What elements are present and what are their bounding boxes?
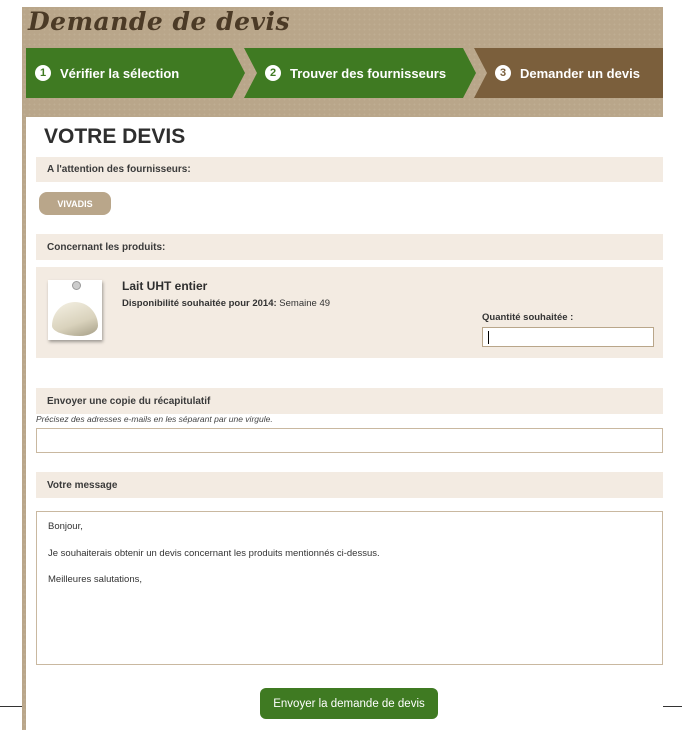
step-2-number: 2 — [265, 65, 281, 81]
message-line: Bonjour, — [48, 521, 83, 532]
step-1-number: 1 — [35, 65, 51, 81]
quote-heading: VOTRE DEVIS — [44, 125, 186, 148]
step-verify-selection[interactable]: 1 Vérifier la sélection — [26, 48, 245, 98]
quantity-input[interactable] — [482, 327, 654, 347]
step-3-number: 3 — [495, 65, 511, 81]
page-divider-right — [663, 706, 682, 707]
availability-label: Disponibilité souhaitée pour 2014: — [122, 298, 277, 309]
suppliers-section-header: A l'attention des fournisseurs: — [36, 157, 663, 182]
copy-section-header: Envoyer une copie du récapitulatif — [36, 388, 663, 414]
step-1-label: Vérifier la sélection — [60, 65, 180, 81]
products-section-header: Concernant les produits: — [36, 234, 663, 260]
message-line: Je souhaiterais obtenir un devis concern… — [48, 547, 380, 559]
page-title: Demande de devis — [28, 7, 291, 36]
send-quote-button[interactable]: Envoyer la demande de devis — [260, 688, 438, 719]
message-textarea[interactable]: Bonjour, Je souhaiterais obtenir un devi… — [36, 511, 663, 665]
milk-pitcher-icon — [48, 280, 102, 340]
quantity-label: Quantité souhaitée : — [482, 312, 574, 323]
step-find-suppliers[interactable]: 2 Trouver des fournisseurs — [244, 48, 476, 98]
supplier-tag-vivadis[interactable]: VIVADIS — [39, 192, 111, 215]
message-label: Votre message — [47, 479, 118, 491]
quote-panel: VOTRE DEVIS A l'attention des fournisseu… — [26, 117, 663, 730]
progress-steps: 1 Vérifier la sélection 2 Trouver des fo… — [26, 48, 663, 98]
availability-value: Semaine 49 — [276, 298, 331, 309]
step-request-quote: 3 Demander un devis — [474, 48, 663, 98]
message-line: Meilleures salutations, — [48, 574, 142, 585]
product-row: Lait UHT entier Disponibilité souhaitée … — [36, 267, 663, 358]
product-availability: Disponibilité souhaitée pour 2014: Semai… — [122, 298, 330, 309]
pin-icon — [72, 281, 81, 290]
step-3-label: Demander un devis — [520, 65, 640, 81]
step-2-label: Trouver des fournisseurs — [290, 65, 447, 81]
suppliers-label: A l'attention des fournisseurs: — [47, 164, 191, 175]
copy-label: Envoyer une copie du récapitulatif — [47, 395, 211, 407]
products-label: Concernant les produits: — [47, 241, 166, 253]
message-section-header: Votre message — [36, 472, 663, 498]
copy-hint: Précisez des adresses e-mails en les sép… — [36, 414, 273, 424]
page-divider-left — [0, 706, 22, 707]
email-copy-input[interactable] — [36, 428, 663, 453]
text-caret — [488, 331, 489, 344]
quote-request-frame: Demande de devis 1 Vérifier la sélection… — [22, 7, 663, 730]
product-name: Lait UHT entier — [122, 279, 208, 293]
milk-image — [52, 302, 98, 336]
